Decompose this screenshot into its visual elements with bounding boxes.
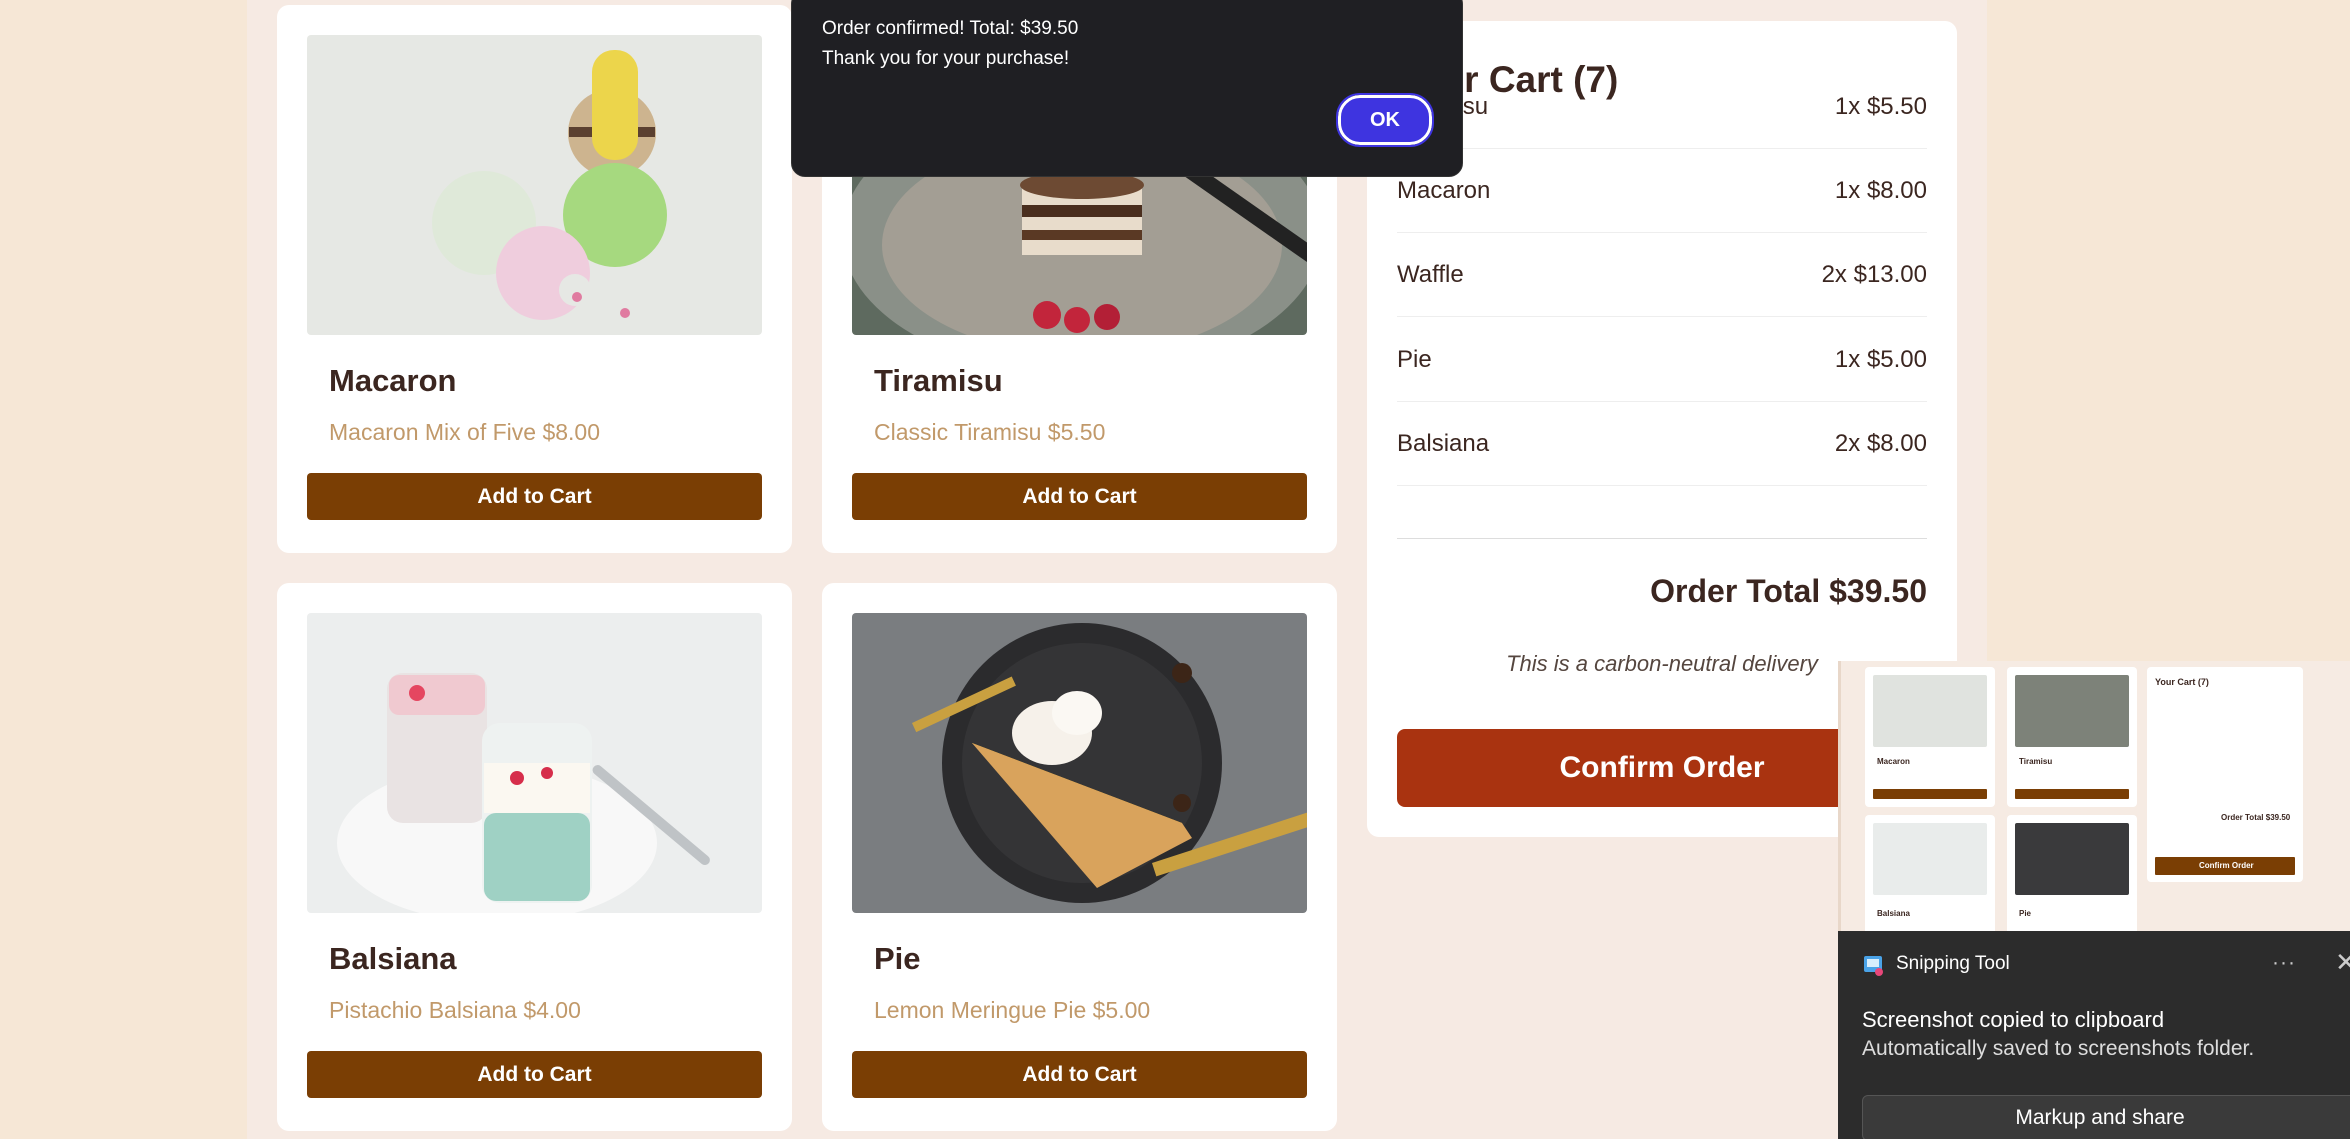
- product-description: Macaron Mix of Five $8.00: [329, 419, 601, 445]
- thumb-card: Pie: [2007, 815, 2137, 931]
- notification-message: Screenshot copied to clipboard: [1862, 1007, 2165, 1032]
- thumb-image: [2015, 675, 2129, 747]
- cart-item-price: 1x $5.50: [1834, 93, 1927, 120]
- add-to-cart-button[interactable]: Add to Cart: [852, 473, 1307, 520]
- thumb-image: [1873, 675, 1987, 747]
- markup-and-share-button[interactable]: Markup and share: [1862, 1095, 2350, 1139]
- notification-submessage: Automatically saved to screenshots folde…: [1862, 1037, 2255, 1060]
- cart-item-price: 1x $8.00: [1834, 177, 1927, 204]
- snipping-tool-notification: Snipping Tool ··· ✕ Screenshot copied to…: [1838, 931, 2350, 1139]
- cart-item-price: 2x $8.00: [1834, 430, 1927, 457]
- add-to-cart-button[interactable]: Add to Cart: [307, 1051, 762, 1098]
- pie-image: [852, 613, 1307, 913]
- product-description: Lemon Meringue Pie $5.00: [874, 997, 1151, 1023]
- more-options-icon[interactable]: ···: [2272, 951, 2296, 975]
- thumb-total: Order Total $39.50: [2221, 813, 2291, 822]
- thumb-name: Macaron: [1877, 757, 1910, 766]
- product-description: Pistachio Balsiana $4.00: [329, 997, 581, 1023]
- thumb-button: [2015, 789, 2129, 799]
- cart-item-name: Balsiana: [1397, 430, 1490, 457]
- cart-item: Macaron 1x $8.00: [1397, 149, 1927, 233]
- thumb-card: Macaron: [1865, 667, 1995, 807]
- macaron-image: [307, 35, 762, 335]
- cart-item-price: 2x $13.00: [1821, 261, 1927, 288]
- product-description: Classic Tiramisu $5.50: [874, 419, 1106, 445]
- snipping-tool-icon: [1864, 956, 1883, 976]
- thumb-card: Balsiana: [1865, 815, 1995, 931]
- cart-item: Waffle 2x $13.00: [1397, 233, 1927, 317]
- cart-item: Tiramisu 1x $5.50: [1397, 65, 1927, 149]
- product-name: Tiramisu: [874, 363, 1003, 398]
- add-to-cart-button[interactable]: Add to Cart: [307, 473, 762, 520]
- cart-item-name: Pie: [1397, 346, 1432, 373]
- thumb-image: [2015, 823, 2129, 895]
- dialog-ok-button[interactable]: OK: [1336, 93, 1434, 147]
- dialog-submessage: Thank you for your purchase!: [822, 48, 1070, 69]
- product-name: Macaron: [329, 363, 457, 398]
- thumb-button: [1873, 789, 1987, 799]
- close-icon[interactable]: ✕: [2335, 947, 2350, 978]
- product-card-macaron: Macaron Macaron Mix of Five $8.00 Add to…: [277, 5, 792, 553]
- thumb-name: Pie: [2019, 909, 2032, 918]
- cart-divider: [1397, 538, 1927, 539]
- thumb-image: [1873, 823, 1987, 895]
- dialog-message: Order confirmed! Total: $39.50: [822, 18, 1079, 39]
- thumb-name: Tiramisu: [2019, 757, 2053, 766]
- page-margin-left: [0, 0, 247, 1139]
- product-card-pie: Pie Lemon Meringue Pie $5.00 Add to Cart: [822, 583, 1337, 1131]
- screenshot-thumbnail[interactable]: Macaron Tiramisu Balsiana Pie Your Cart …: [1838, 661, 2350, 931]
- product-name: Pie: [874, 941, 921, 976]
- product-card-balsiana: Balsiana Pistachio Balsiana $4.00 Add to…: [277, 583, 792, 1131]
- cart-item-name: Waffle: [1397, 261, 1464, 288]
- cart-item: Pie 1x $5.00: [1397, 318, 1927, 402]
- add-to-cart-button[interactable]: Add to Cart: [852, 1051, 1307, 1098]
- cart-item-price: 1x $5.00: [1834, 346, 1927, 373]
- thumb-cart-title: Your Cart (7): [2155, 677, 2209, 687]
- product-name: Balsiana: [329, 941, 457, 976]
- thumb-confirm-label: Confirm Order: [2199, 861, 2254, 870]
- thumb-card: Tiramisu: [2007, 667, 2137, 807]
- thumb-name: Balsiana: [1877, 909, 1910, 918]
- order-confirmed-dialog: Order confirmed! Total: $39.50 Thank you…: [791, 0, 1463, 177]
- cart-item: Balsiana 2x $8.00: [1397, 402, 1927, 486]
- notification-app-name: Snipping Tool: [1896, 953, 2010, 974]
- thumb-cart: Your Cart (7) Order Total $39.50 Confirm…: [2147, 667, 2303, 882]
- balsiana-image: [307, 613, 762, 913]
- order-total: Order Total $39.50: [1650, 573, 1927, 609]
